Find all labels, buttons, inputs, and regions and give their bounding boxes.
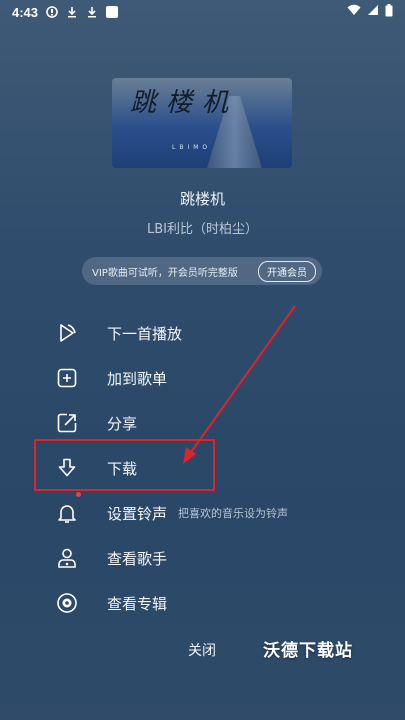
menu-label: 设置铃声	[107, 504, 168, 523]
singer-icon	[55, 546, 79, 570]
vip-banner: VIP歌曲可试听，开会员听完整版 开通会员	[82, 257, 322, 285]
close-button[interactable]: 关闭	[188, 640, 216, 660]
vip-text: VIP歌曲可试听，开会员听完整版	[92, 267, 238, 279]
highlight-box	[34, 439, 215, 491]
menu-item-play-next[interactable]: 下一首播放	[0, 313, 405, 353]
download-icon	[86, 6, 98, 18]
menu-hint: 把喜欢的音乐设为铃声	[178, 507, 288, 520]
share-icon	[55, 411, 79, 435]
download-icon	[66, 6, 78, 18]
menu-label: 下一首播放	[107, 324, 183, 343]
menu-label: 查看专辑	[107, 594, 168, 613]
wifi-icon	[347, 4, 361, 20]
app-icon	[106, 6, 119, 18]
menu-label: 加到歌单	[107, 369, 168, 388]
status-bar: 4:43	[0, 0, 405, 24]
menu-item-view-album[interactable]: 查看专辑	[0, 583, 405, 623]
new-badge-dot	[76, 492, 81, 497]
menu-label: 查看歌手	[107, 549, 168, 568]
album-art-sub: LBIMO	[172, 144, 212, 151]
song-title: 跳楼机	[179, 190, 225, 208]
song-artist[interactable]: LBI利比（时柏尘）	[0, 218, 405, 237]
status-time: 4:43	[12, 4, 39, 20]
notification-icon	[46, 6, 58, 18]
menu-item-view-singer[interactable]: 查看歌手	[0, 538, 405, 578]
play-next-icon	[55, 321, 79, 345]
signal-icon	[367, 4, 379, 20]
battery-icon	[385, 3, 393, 21]
add-to-playlist-icon	[55, 366, 79, 390]
menu-label: 分享	[107, 414, 138, 433]
album-cover: 跳楼机 LBIMO	[112, 78, 292, 168]
watermark: 沃德下载站	[263, 641, 353, 661]
menu-item-share[interactable]: 分享	[0, 403, 405, 443]
menu-item-set-ringtone[interactable]: 设置铃声 把喜欢的音乐设为铃声	[0, 492, 405, 533]
bell-icon	[55, 501, 79, 525]
album-icon	[55, 591, 79, 615]
open-vip-button[interactable]: 开通会员	[258, 260, 316, 282]
menu-item-add-to-playlist[interactable]: 加到歌单	[0, 358, 405, 398]
album-art-text: 跳楼机	[130, 88, 239, 118]
